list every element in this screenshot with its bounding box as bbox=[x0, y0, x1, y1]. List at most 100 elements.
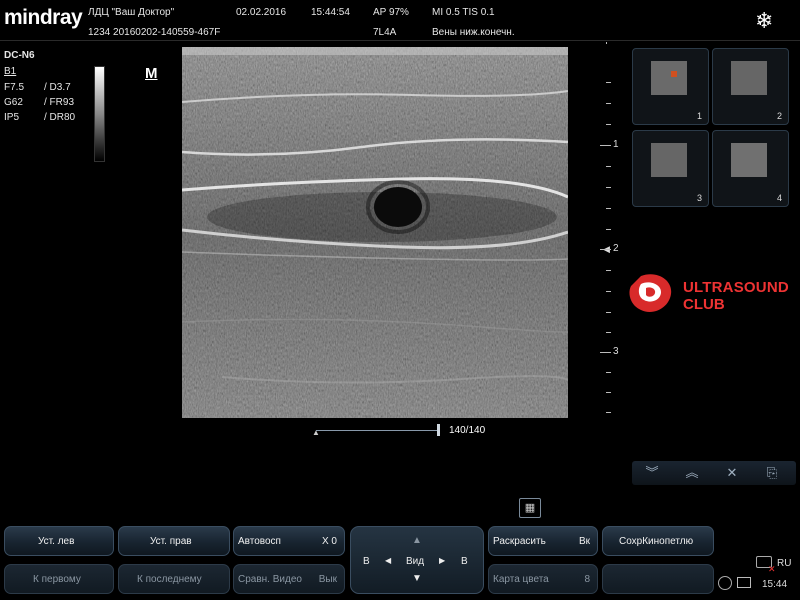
button-value: 8 bbox=[584, 574, 590, 585]
button-label: Автовосп bbox=[238, 536, 281, 547]
depth-tick bbox=[606, 124, 611, 125]
button-label: К первому bbox=[33, 574, 81, 585]
exam-date: 02.02.2016 bbox=[236, 7, 287, 18]
arrow-down-icon[interactable]: ▼ bbox=[412, 573, 422, 584]
probe-name: 7L4A bbox=[373, 27, 397, 38]
cine-slider[interactable] bbox=[316, 430, 440, 431]
depth-label-1: 1 bbox=[613, 139, 619, 150]
mi-tis-index: MI 0.5 TIS 0.1 bbox=[432, 7, 495, 18]
thumbnail-number: 4 bbox=[776, 193, 782, 203]
to-first-button[interactable]: К первому bbox=[4, 564, 114, 594]
disconnected-x-icon: ✕ bbox=[768, 564, 776, 574]
depth-tick bbox=[606, 103, 611, 104]
button-label: Карта цвета bbox=[493, 574, 549, 585]
cine-frame-counter: 140/140 bbox=[449, 425, 486, 436]
arrow-right-icon[interactable]: ▶ bbox=[439, 556, 445, 565]
button-label: Сравн. Видео bbox=[238, 574, 302, 585]
b-left-label: B bbox=[363, 556, 370, 567]
gain-value: G62 bbox=[4, 97, 23, 108]
chevrons-up-icon[interactable]: ︽ bbox=[672, 462, 712, 484]
ultrasound-image[interactable] bbox=[182, 47, 568, 418]
depth-scale: 1 ◀ 2 3 bbox=[600, 42, 630, 422]
exam-type: Вены ниж.конечн. bbox=[432, 27, 515, 38]
to-last-button[interactable]: К последнему bbox=[118, 564, 230, 594]
tool-panel: ︾ ︽ ✕ ⎘ bbox=[632, 461, 796, 485]
button-label: Уст. прав bbox=[150, 536, 192, 547]
button-label: Уст. лев bbox=[38, 536, 75, 547]
ultrasound-club-logo-icon bbox=[627, 272, 675, 316]
colorize-button[interactable]: Раскрасить Вк bbox=[488, 526, 598, 556]
depth-tick bbox=[606, 372, 611, 373]
depth-tick bbox=[606, 187, 611, 188]
chevrons-down-icon[interactable]: ︾ bbox=[632, 462, 672, 484]
frequency-value: F7.5 bbox=[4, 82, 25, 93]
button-label: К последнему bbox=[137, 574, 202, 585]
patient-id: 1234 20160202-140559-467F bbox=[88, 27, 221, 38]
depth-tick bbox=[606, 229, 611, 230]
depth-tick bbox=[600, 249, 611, 250]
b-right-label: B bbox=[461, 556, 468, 567]
depth-tick bbox=[600, 145, 611, 146]
thumbnail-number: 2 bbox=[776, 111, 782, 121]
depth-tick bbox=[600, 352, 611, 353]
depth-value: / D3.7 bbox=[44, 82, 71, 93]
depth-tick bbox=[606, 270, 611, 271]
acoustic-power: AP 97% bbox=[373, 7, 409, 18]
depth-tick bbox=[606, 208, 611, 209]
system-clock: 15:44 bbox=[762, 579, 788, 590]
depth-tick bbox=[606, 392, 611, 393]
export-icon[interactable]: ⎘ bbox=[752, 462, 792, 484]
exam-time: 15:44:54 bbox=[311, 7, 350, 18]
view-label: Вид bbox=[406, 556, 425, 567]
depth-label-2: 2 bbox=[613, 243, 619, 254]
depth-tick bbox=[606, 312, 611, 313]
frame-rate-value: / FR93 bbox=[44, 97, 75, 108]
depth-tick bbox=[606, 332, 611, 333]
compare-video-button[interactable]: Сравн. Видео Вык bbox=[233, 564, 345, 594]
color-box-icon bbox=[671, 71, 677, 77]
thumbnail-number: 3 bbox=[696, 193, 702, 203]
cine-film-icon[interactable]: ▦ bbox=[519, 498, 541, 518]
thumbnail-2[interactable]: 2 bbox=[712, 48, 789, 125]
club-subtitle: CLUB bbox=[683, 296, 725, 313]
cine-end-marker[interactable] bbox=[437, 424, 440, 436]
language-indicator[interactable]: RU bbox=[777, 558, 791, 569]
depth-tick bbox=[606, 82, 611, 83]
thumbnail-3[interactable]: 3 bbox=[632, 130, 709, 207]
grayscale-bar bbox=[94, 66, 105, 162]
depth-tick bbox=[606, 412, 611, 413]
thumbnail-4[interactable]: 4 bbox=[712, 130, 789, 207]
button-label: Раскрасить bbox=[493, 536, 546, 547]
button-label: СохрКинопетлю bbox=[619, 536, 694, 547]
color-map-button[interactable]: Карта цвета 8 bbox=[488, 564, 598, 594]
dynamic-range-value: / DR80 bbox=[44, 112, 76, 123]
arrow-up-icon[interactable]: ▲ bbox=[412, 535, 422, 546]
arrow-left-icon[interactable]: ◀ bbox=[385, 556, 391, 565]
save-cine-loop-button[interactable]: СохрКинопетлю bbox=[602, 526, 714, 556]
freeze-snowflake-icon[interactable]: ❄ bbox=[755, 8, 773, 34]
clinic-name: ЛДЦ "Ваш Доктор" bbox=[88, 7, 175, 18]
view-control-pad[interactable]: ▲ B ◀ Вид ▶ B ▼ bbox=[350, 526, 484, 594]
mindray-logo: mindray bbox=[4, 6, 83, 29]
button-value: Вык bbox=[318, 574, 337, 585]
cine-start-marker-icon[interactable]: ▲ bbox=[312, 428, 320, 437]
thumbnail-1[interactable]: 1 bbox=[632, 48, 709, 125]
button-value: X 0 bbox=[321, 536, 337, 547]
b-mode-label: B1 bbox=[4, 66, 17, 77]
depth-tick bbox=[606, 291, 611, 292]
empty-softkey-button[interactable] bbox=[602, 564, 714, 594]
monitor-icon bbox=[737, 577, 751, 588]
image-processing-value: IP5 bbox=[4, 112, 20, 123]
header-divider bbox=[0, 40, 800, 41]
autoplay-button[interactable]: Автовосп X 0 bbox=[233, 526, 345, 556]
club-title: ULTRASOUND bbox=[683, 279, 789, 296]
close-icon[interactable]: ✕ bbox=[712, 462, 752, 484]
button-value: Вк bbox=[578, 536, 590, 547]
depth-tick bbox=[606, 166, 611, 167]
orientation-mark: M bbox=[145, 65, 158, 82]
thumbnail-number: 1 bbox=[696, 111, 702, 121]
set-right-button[interactable]: Уст. прав bbox=[118, 526, 230, 556]
imaging-mode: DC-N6 bbox=[4, 50, 35, 61]
set-left-button[interactable]: Уст. лев bbox=[4, 526, 114, 556]
depth-label-3: 3 bbox=[613, 346, 619, 357]
